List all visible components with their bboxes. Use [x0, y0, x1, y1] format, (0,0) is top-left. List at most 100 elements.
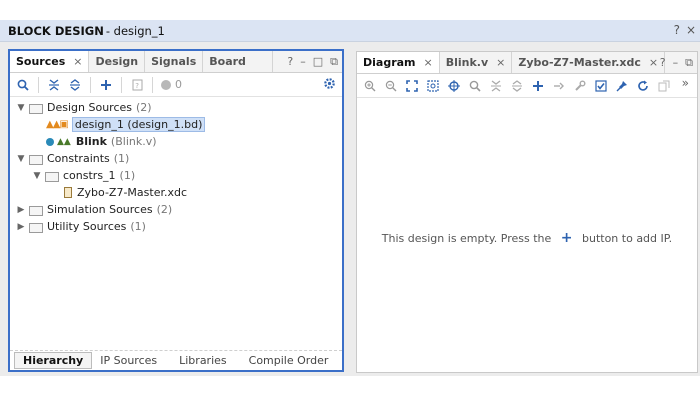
diagram-tabbar: Diagram × Blink.v × Zybo-Z7-Master.xdc ×…	[357, 52, 697, 74]
folder-icon	[29, 205, 43, 216]
tab-close-icon[interactable]: ×	[649, 56, 658, 69]
block-design-icon: ▲▲▣	[46, 119, 69, 130]
tree-row-design-sources[interactable]: ▼ Design Sources (2)	[16, 99, 152, 116]
folder-icon	[29, 103, 43, 114]
close-icon[interactable]: ×	[686, 23, 696, 37]
empty-message-before: This design is empty. Press the	[381, 232, 552, 245]
error-count[interactable]: 0	[161, 78, 182, 91]
search-icon[interactable]	[14, 76, 32, 94]
tree-label: Zybo-Z7-Master.xdc	[77, 186, 188, 199]
add-ip-plus-icon[interactable]: +	[561, 230, 573, 246]
tab-compile-order[interactable]: Compile Order	[241, 354, 337, 367]
tab-label: Blink.v	[445, 56, 489, 69]
tree-row-blink[interactable]: ▲▲ Blink (Blink.v)	[46, 133, 157, 150]
make-external-icon[interactable]	[550, 77, 568, 95]
tree-count: (1)	[130, 220, 146, 233]
tab-close-icon[interactable]: ×	[424, 56, 433, 69]
tree-count: (2)	[136, 101, 152, 114]
tab-label: Board	[209, 55, 246, 68]
collapse-all-icon[interactable]	[487, 77, 505, 95]
tree-count: (1)	[119, 169, 136, 182]
tree-row-utility-sources[interactable]: ▶ Utility Sources (1)	[16, 218, 146, 235]
sources-tabbar: Sources × Design Signals Board ? – □ ⧉	[10, 51, 342, 73]
maximize-icon[interactable]: □	[313, 55, 323, 69]
folder-icon	[29, 222, 43, 233]
tree-row-constrs-1[interactable]: ▼ constrs_1 (1)	[32, 167, 136, 184]
tree-label-selected: design_1 (design_1.bd)	[71, 117, 206, 132]
tab-label: Zybo-Z7-Master.xdc	[518, 56, 641, 69]
search-icon[interactable]	[466, 77, 484, 95]
toolbar-divider	[121, 76, 122, 93]
tab-blink-v[interactable]: Blink.v ×	[440, 52, 513, 73]
gear-icon[interactable]	[323, 77, 336, 94]
tab-zybo-xdc[interactable]: Zybo-Z7-Master.xdc ×	[512, 52, 666, 73]
window-title: BLOCK DESIGN	[8, 23, 104, 38]
pin-icon[interactable]	[613, 77, 631, 95]
tree-label: Utility Sources	[47, 220, 127, 233]
expand-all-icon[interactable]	[508, 77, 526, 95]
tab-libraries[interactable]: Libraries	[171, 354, 235, 367]
properties-icon[interactable]: ?	[128, 76, 146, 94]
help-icon[interactable]: ?	[660, 56, 666, 70]
tree-row-simulation-sources[interactable]: ▶ Simulation Sources (2)	[16, 201, 173, 218]
validate-design-icon[interactable]	[592, 77, 610, 95]
target-icon[interactable]	[445, 77, 463, 95]
tab-diagram[interactable]: Diagram ×	[357, 52, 440, 73]
float-icon[interactable]: ⧉	[330, 55, 338, 69]
tree-row-constraints[interactable]: ▼ Constraints (1)	[16, 150, 130, 167]
help-icon[interactable]: ?	[674, 23, 680, 37]
verilog-module-icon: ▲▲	[46, 137, 71, 147]
tab-hierarchy[interactable]: Hierarchy	[14, 352, 93, 369]
chevron-down-icon[interactable]: ▼	[16, 103, 26, 113]
wrench-icon[interactable]	[571, 77, 589, 95]
float-icon[interactable]: ⧉	[685, 56, 693, 70]
tab-close-icon[interactable]: ×	[496, 56, 505, 69]
add-sources-icon[interactable]	[97, 76, 115, 94]
minimize-icon[interactable]: –	[300, 55, 306, 69]
tree-label: Simulation Sources	[47, 203, 153, 216]
zoom-in-icon[interactable]	[361, 77, 379, 95]
constraint-file-icon	[64, 187, 72, 198]
tab-label: Sources	[16, 55, 66, 68]
tab-close-icon[interactable]: ×	[73, 55, 82, 68]
tab-board[interactable]: Board	[203, 51, 274, 72]
chevron-down-icon[interactable]: ▼	[16, 154, 26, 164]
zoom-fit-icon[interactable]	[403, 77, 421, 95]
tab-signals[interactable]: Signals	[145, 51, 204, 72]
tree-row-design-1[interactable]: ▲▲▣ design_1 (design_1.bd)	[46, 116, 206, 133]
block-design-titlebar: BLOCK DESIGN - design_1 ? ×	[0, 20, 700, 42]
minimize-icon[interactable]: –	[673, 56, 679, 70]
zoom-area-icon[interactable]	[424, 77, 442, 95]
tree-label: Design Sources	[47, 101, 132, 114]
tree-label: constrs_1	[63, 169, 116, 182]
empty-message-after: button to add IP.	[582, 232, 673, 245]
error-count-value: 0	[175, 78, 182, 91]
window-subtitle: - design_1	[105, 23, 165, 38]
folder-icon	[45, 171, 59, 182]
refresh-icon[interactable]	[634, 77, 652, 95]
toolbar-divider	[90, 76, 91, 93]
sources-tree: ▼ Design Sources (2) ▲▲▣ design_1 (desig…	[10, 97, 342, 233]
sources-toolbar: ? 0	[10, 73, 342, 97]
help-icon[interactable]: ?	[287, 55, 293, 69]
tab-design[interactable]: Design	[89, 51, 146, 72]
tree-count: (1)	[113, 152, 130, 165]
chevron-right-icon[interactable]: ▶	[16, 222, 26, 232]
tree-label: Constraints	[47, 152, 110, 165]
tab-label: Signals	[151, 55, 197, 68]
tab-ip-sources[interactable]: IP Sources	[92, 354, 165, 367]
regenerate-layout-icon[interactable]	[655, 77, 673, 95]
tab-label: Design	[95, 55, 139, 68]
tree-row-xdc[interactable]: Zybo-Z7-Master.xdc	[64, 184, 187, 201]
chevron-down-icon[interactable]: ▼	[32, 171, 42, 181]
expand-all-icon[interactable]	[66, 76, 84, 94]
more-icon[interactable]: »	[682, 76, 689, 90]
add-ip-icon[interactable]	[529, 77, 547, 95]
toolbar-divider	[38, 76, 39, 93]
collapse-all-icon[interactable]	[45, 76, 63, 94]
diagram-panel: Diagram × Blink.v × Zybo-Z7-Master.xdc ×…	[356, 51, 698, 373]
chevron-right-icon[interactable]: ▶	[16, 205, 26, 215]
zoom-out-icon[interactable]	[382, 77, 400, 95]
tab-sources[interactable]: Sources ×	[10, 51, 90, 72]
toolbar-divider	[152, 76, 153, 93]
